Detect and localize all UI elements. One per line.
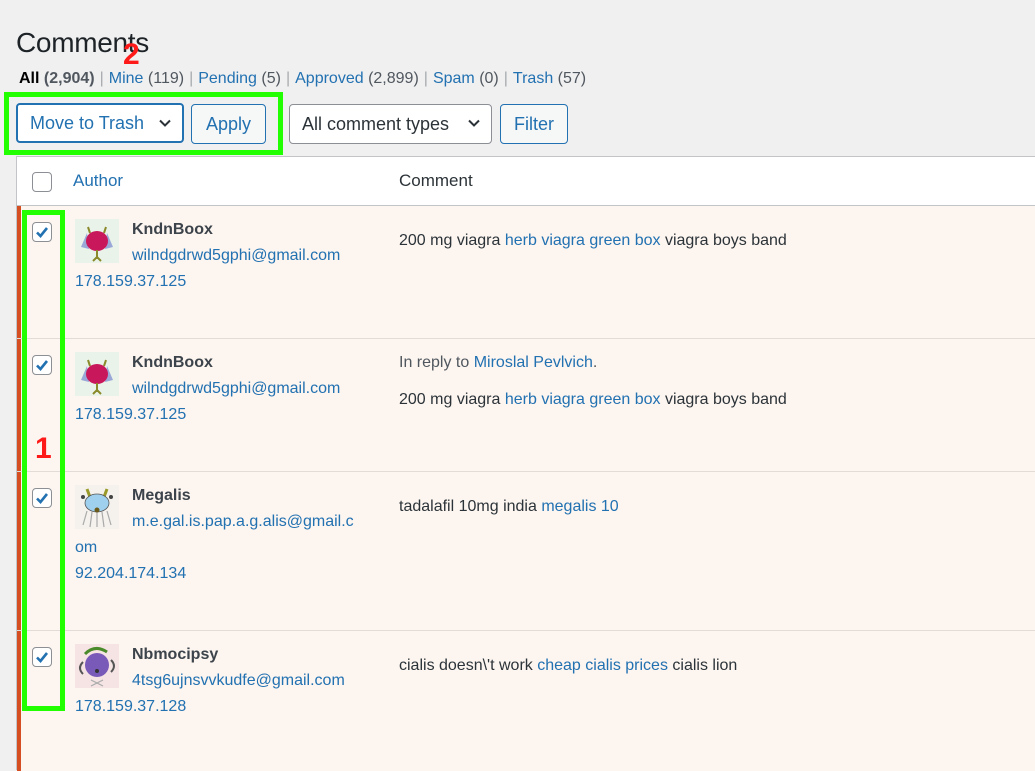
author-email-continued[interactable]: om: [75, 539, 97, 557]
annotation-step-1: 1: [35, 432, 52, 465]
author-name: Megalis: [132, 487, 191, 504]
comment-text: 200 mg viagra herb viagra green box viag…: [399, 391, 787, 409]
filter-all-label: All: [19, 70, 40, 87]
comment-text-part: cialis doesn\'t work: [399, 657, 538, 674]
author-ip[interactable]: 92.204.174.134: [75, 565, 186, 583]
comment-text-part: viagra boys band: [660, 391, 787, 408]
checkmark-icon: [36, 360, 49, 371]
filter-button[interactable]: Filter: [500, 104, 568, 144]
comment-text-part: 200 mg viagra: [399, 232, 505, 249]
author-ip[interactable]: 178.159.37.125: [75, 406, 186, 424]
filter-spam[interactable]: Spam (0): [433, 70, 499, 87]
column-header-author[interactable]: Author: [73, 171, 123, 191]
separator: |: [99, 70, 104, 87]
comment-status-filters: All (2,904) | Mine (119) | Pending (5) | Appro…: [19, 70, 586, 88]
comment-text-part: 200 mg viagra: [399, 391, 505, 408]
red-monster-avatar: [75, 219, 119, 263]
comment-text: cialis doesn\'t work cheap cialis prices…: [399, 657, 737, 675]
filter-approved[interactable]: Approved (2,899): [295, 70, 419, 87]
separator: |: [503, 70, 508, 87]
row-checkbox[interactable]: [32, 488, 52, 508]
author-name: KndnBoox: [132, 221, 213, 238]
table-row: KndnBoox wilndgdrwd5gphi@gmail.com 178.1…: [17, 339, 1035, 472]
separator: |: [285, 70, 291, 87]
comment-link[interactable]: cheap cialis prices: [537, 657, 668, 674]
unapproved-indicator: [17, 472, 21, 630]
bulk-action-selected-value: Move to Trash: [30, 112, 145, 133]
in-reply-prefix: In reply to: [399, 354, 474, 371]
checkmark-icon: [36, 227, 49, 238]
blue-monster-avatar: [75, 485, 119, 529]
apply-button[interactable]: Apply: [191, 104, 266, 144]
comment-text-part: tadalafil 10mg india: [399, 498, 542, 515]
chevron-down-icon: [468, 119, 480, 127]
comment-text-part: cialis lion: [667, 657, 738, 674]
unapproved-indicator: [17, 339, 21, 471]
comment-text: 200 mg viagra herb viagra green box viag…: [399, 232, 787, 250]
comment-text: tadalafil 10mg india megalis 10: [399, 498, 619, 516]
comments-table: Author Comment KndnBoox wilndgdrwd5gphi@…: [16, 156, 1035, 771]
author-email[interactable]: m.e.gal.is.pap.a.g.alis@gmail.c: [132, 513, 354, 531]
table-row: Nbmocipsy 4tsg6ujnsvvkudfe@gmail.com 178…: [17, 631, 1035, 771]
checkmark-icon: [36, 493, 49, 504]
filter-pending-count: (5): [261, 70, 281, 87]
red-monster-avatar: [75, 352, 119, 396]
row-checkbox[interactable]: [32, 647, 52, 667]
filter-trash-label: Trash: [512, 70, 554, 87]
filter-all[interactable]: All (2,904): [19, 70, 95, 87]
select-all-checkbox[interactable]: [32, 172, 52, 192]
author-name: KndnBoox: [132, 354, 213, 371]
author-email[interactable]: wilndgdrwd5gphi@gmail.com: [132, 247, 340, 265]
in-reply-to-link[interactable]: Miroslal Pevlvich: [474, 354, 593, 371]
comment-link[interactable]: herb viagra green box: [505, 391, 661, 408]
comment-type-select[interactable]: All comment types: [289, 104, 492, 144]
comment-type-selected-value: All comment types: [302, 113, 450, 134]
filter-approved-count: (2,899): [368, 70, 419, 87]
annotation-step-2: 2: [123, 38, 140, 71]
table-row: KndnBoox wilndgdrwd5gphi@gmail.com 178.1…: [17, 206, 1035, 339]
filter-pending-label: Pending: [198, 70, 257, 87]
comment-link[interactable]: megalis 10: [541, 498, 618, 515]
checkmark-icon: [36, 652, 49, 663]
separator: |: [423, 70, 428, 87]
filter-mine-count: (119): [147, 70, 185, 87]
row-checkbox[interactable]: [32, 355, 52, 375]
author-name: Nbmocipsy: [132, 646, 219, 663]
filter-mine[interactable]: Mine (119): [109, 70, 184, 87]
row-checkbox[interactable]: [32, 222, 52, 242]
filter-spam-count: (0): [479, 70, 499, 87]
separator: |: [189, 70, 194, 87]
author-ip[interactable]: 178.159.37.128: [75, 698, 186, 716]
chevron-down-icon: [159, 119, 171, 127]
author-email[interactable]: 4tsg6ujnsvvkudfe@gmail.com: [132, 672, 345, 690]
comment-link[interactable]: herb viagra green box: [505, 232, 661, 249]
author-email[interactable]: wilndgdrwd5gphi@gmail.com: [132, 380, 340, 398]
column-header-comment: Comment: [399, 171, 473, 190]
table-row: Megalis m.e.gal.is.pap.a.g.alis@gmail.c …: [17, 472, 1035, 631]
filter-spam-label: Spam: [432, 70, 475, 87]
filter-approved-label: Approved: [295, 70, 364, 87]
filter-trash-count: (57): [557, 70, 587, 87]
filter-mine-label: Mine: [108, 70, 144, 87]
author-ip[interactable]: 178.159.37.125: [75, 273, 186, 291]
unapproved-indicator: [17, 631, 21, 771]
unapproved-indicator: [17, 206, 21, 338]
purple-monster-avatar: [75, 644, 119, 688]
comment-text-part: viagra boys band: [660, 232, 787, 249]
filter-all-count: (2,904): [43, 70, 95, 87]
filter-pending[interactable]: Pending (5): [198, 70, 281, 87]
in-reply-to: In reply to Miroslal Pevlvich.: [399, 354, 598, 371]
table-header: Author Comment: [17, 157, 1035, 206]
bulk-action-select[interactable]: Move to Trash: [16, 103, 184, 143]
filter-trash[interactable]: Trash (57): [513, 70, 586, 87]
